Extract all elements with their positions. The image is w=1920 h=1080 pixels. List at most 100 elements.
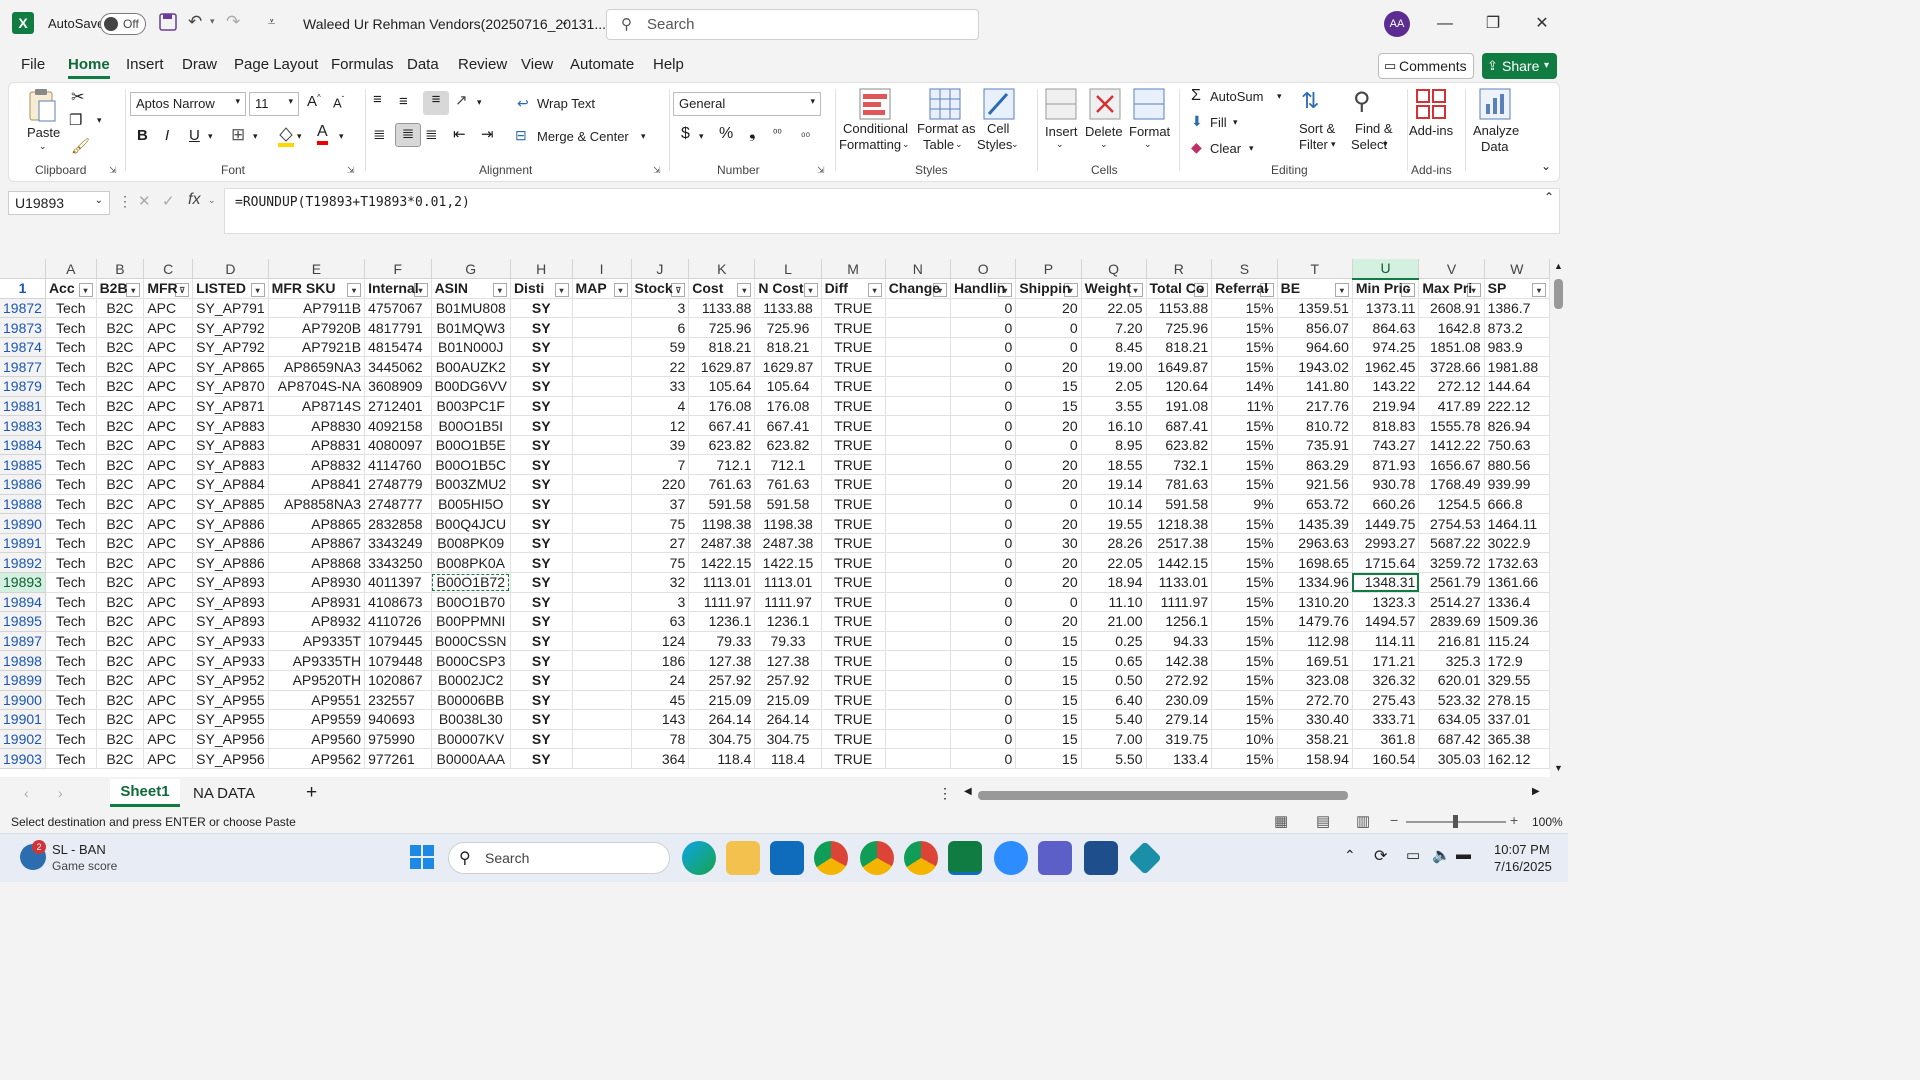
table-cell[interactable]: B0038L30 xyxy=(431,709,511,730)
table-cell[interactable]: TRUE xyxy=(821,533,886,554)
table-cell[interactable]: Tech xyxy=(45,631,97,652)
font-name-select[interactable]: Aptos Narrow ▾ xyxy=(130,92,246,116)
table-cell[interactable]: TRUE xyxy=(821,454,886,476)
table-cell[interactable]: AP9559 xyxy=(268,709,366,730)
bold-icon[interactable]: B xyxy=(137,127,148,144)
table-cell[interactable]: 176.08 xyxy=(688,396,756,417)
table-cell[interactable]: 15% xyxy=(1211,513,1278,534)
table-cell[interactable]: 15 xyxy=(1015,650,1082,671)
table-cell[interactable]: Tech xyxy=(45,611,97,632)
table-cell[interactable] xyxy=(572,572,632,593)
table-cell[interactable]: 15% xyxy=(1211,611,1278,632)
table-cell[interactable]: 7 xyxy=(631,454,690,476)
select-all-corner[interactable] xyxy=(0,259,46,280)
table-cell[interactable]: SY xyxy=(510,670,573,691)
paste-icon[interactable] xyxy=(27,87,57,123)
table-cell[interactable]: Tech xyxy=(45,748,97,769)
table-cell[interactable]: 1256.1 xyxy=(1146,611,1213,632)
tabs-options-icon[interactable]: ⋮ xyxy=(938,785,952,802)
table-cell[interactable]: APC xyxy=(143,337,194,358)
table-cell[interactable]: 120.64 xyxy=(1146,376,1213,397)
table-cell[interactable] xyxy=(885,513,952,534)
table-cell[interactable]: B2C xyxy=(96,435,145,456)
currency-dropdown-icon[interactable]: ▾ xyxy=(699,131,704,142)
tab-formulas[interactable]: Formulas xyxy=(331,56,394,73)
table-cell[interactable]: Tech xyxy=(45,690,97,711)
row-number[interactable]: 19894 xyxy=(0,592,46,613)
row-number[interactable]: 19877 xyxy=(0,356,46,378)
table-cell[interactable]: SY_AP883 xyxy=(192,454,269,476)
header-cell[interactable]: ⊽ MFR xyxy=(143,278,194,299)
table-cell[interactable]: APC xyxy=(143,494,194,515)
table-cell[interactable]: 15 xyxy=(1015,376,1082,397)
table-cell[interactable]: 2608.91 xyxy=(1418,298,1485,319)
filter-dropdown-icon[interactable]: ▾ xyxy=(867,282,882,297)
filter-dropdown-icon[interactable]: ▾ xyxy=(78,282,93,297)
table-cell[interactable]: APC xyxy=(143,670,194,691)
table-cell[interactable]: B2C xyxy=(96,337,145,358)
table-cell[interactable] xyxy=(572,748,632,769)
table-cell[interactable]: TRUE xyxy=(821,415,886,436)
table-cell[interactable]: 15 xyxy=(1015,729,1082,750)
table-cell[interactable]: SY xyxy=(510,435,573,456)
table-cell[interactable]: 15% xyxy=(1211,552,1278,573)
table-cell[interactable]: B008PK0A xyxy=(431,552,511,573)
table-cell[interactable]: B00O1B5E xyxy=(431,435,511,456)
table-cell[interactable]: 667.41 xyxy=(688,415,756,436)
table-cell[interactable]: 3608909 xyxy=(364,376,432,397)
table-cell[interactable]: 964.60 xyxy=(1277,337,1353,358)
table-cell[interactable]: SY_AP955 xyxy=(192,690,269,711)
table-cell[interactable]: 133.4 xyxy=(1146,748,1213,769)
close-icon[interactable]: ✕ xyxy=(1527,10,1557,38)
table-cell[interactable]: 230.09 xyxy=(1146,690,1213,711)
table-cell[interactable] xyxy=(572,435,632,456)
avatar[interactable]: AA xyxy=(1384,11,1410,37)
row-number[interactable]: 19898 xyxy=(0,650,46,671)
filter-dropdown-icon[interactable]: ▾ xyxy=(347,282,362,297)
font-size-select[interactable]: 11 ▾ xyxy=(249,92,299,116)
row-number[interactable]: 19885 xyxy=(0,454,46,476)
table-cell[interactable]: 141.80 xyxy=(1277,376,1353,397)
format-painter-icon[interactable]: 🖌 xyxy=(71,137,90,155)
table-cell[interactable]: 2487.38 xyxy=(754,533,822,554)
currency-icon[interactable]: $ xyxy=(681,125,690,143)
table-cell[interactable] xyxy=(572,670,632,691)
tab-data[interactable]: Data xyxy=(407,56,439,73)
table-cell[interactable]: SY_AP956 xyxy=(192,748,269,769)
table-cell[interactable]: SY xyxy=(510,494,573,515)
table-cell[interactable]: 94.33 xyxy=(1146,631,1213,652)
tab-home[interactable]: Home xyxy=(68,56,110,79)
table-cell[interactable] xyxy=(572,474,632,495)
table-cell[interactable]: 1133.88 xyxy=(688,298,756,319)
column-header-p[interactable]: P xyxy=(1015,259,1082,280)
table-cell[interactable]: 32 xyxy=(631,572,690,593)
merge-dropdown-icon[interactable]: ▾ xyxy=(641,131,646,142)
table-cell[interactable]: TRUE xyxy=(821,572,886,593)
table-cell[interactable]: 0.25 xyxy=(1081,631,1147,652)
row-number[interactable]: 19888 xyxy=(0,494,46,515)
table-cell[interactable]: SY_AP933 xyxy=(192,650,269,671)
row-number[interactable]: 19900 xyxy=(0,690,46,711)
table-cell[interactable]: 105.64 xyxy=(754,376,822,397)
table-cell[interactable] xyxy=(572,709,632,730)
table-cell[interactable]: AP9551 xyxy=(268,690,366,711)
delete-dropdown-icon[interactable]: ⌄ xyxy=(1100,139,1108,150)
table-cell[interactable]: 1111.97 xyxy=(688,592,756,613)
table-cell[interactable]: AP9520TH xyxy=(268,670,366,691)
table-cell[interactable]: 337.01 xyxy=(1484,709,1550,730)
table-cell[interactable]: SY_AP955 xyxy=(192,709,269,730)
table-cell[interactable]: 78 xyxy=(631,729,690,750)
table-cell[interactable]: 0 xyxy=(950,376,1017,397)
table-cell[interactable]: 216.81 xyxy=(1418,631,1485,652)
table-cell[interactable]: 1981.88 xyxy=(1484,356,1550,378)
table-cell[interactable] xyxy=(885,356,952,378)
delete-cells-icon[interactable] xyxy=(1089,88,1121,120)
table-cell[interactable]: 1479.76 xyxy=(1277,611,1353,632)
table-cell[interactable]: 0 xyxy=(950,592,1017,613)
table-cell[interactable]: TRUE xyxy=(821,748,886,769)
table-cell[interactable]: Tech xyxy=(45,513,97,534)
table-cell[interactable]: 2712401 xyxy=(364,396,432,417)
table-cell[interactable]: 2839.69 xyxy=(1418,611,1485,632)
table-cell[interactable]: 279.14 xyxy=(1146,709,1213,730)
header-cell[interactable]: ▾ LISTED xyxy=(192,278,269,299)
